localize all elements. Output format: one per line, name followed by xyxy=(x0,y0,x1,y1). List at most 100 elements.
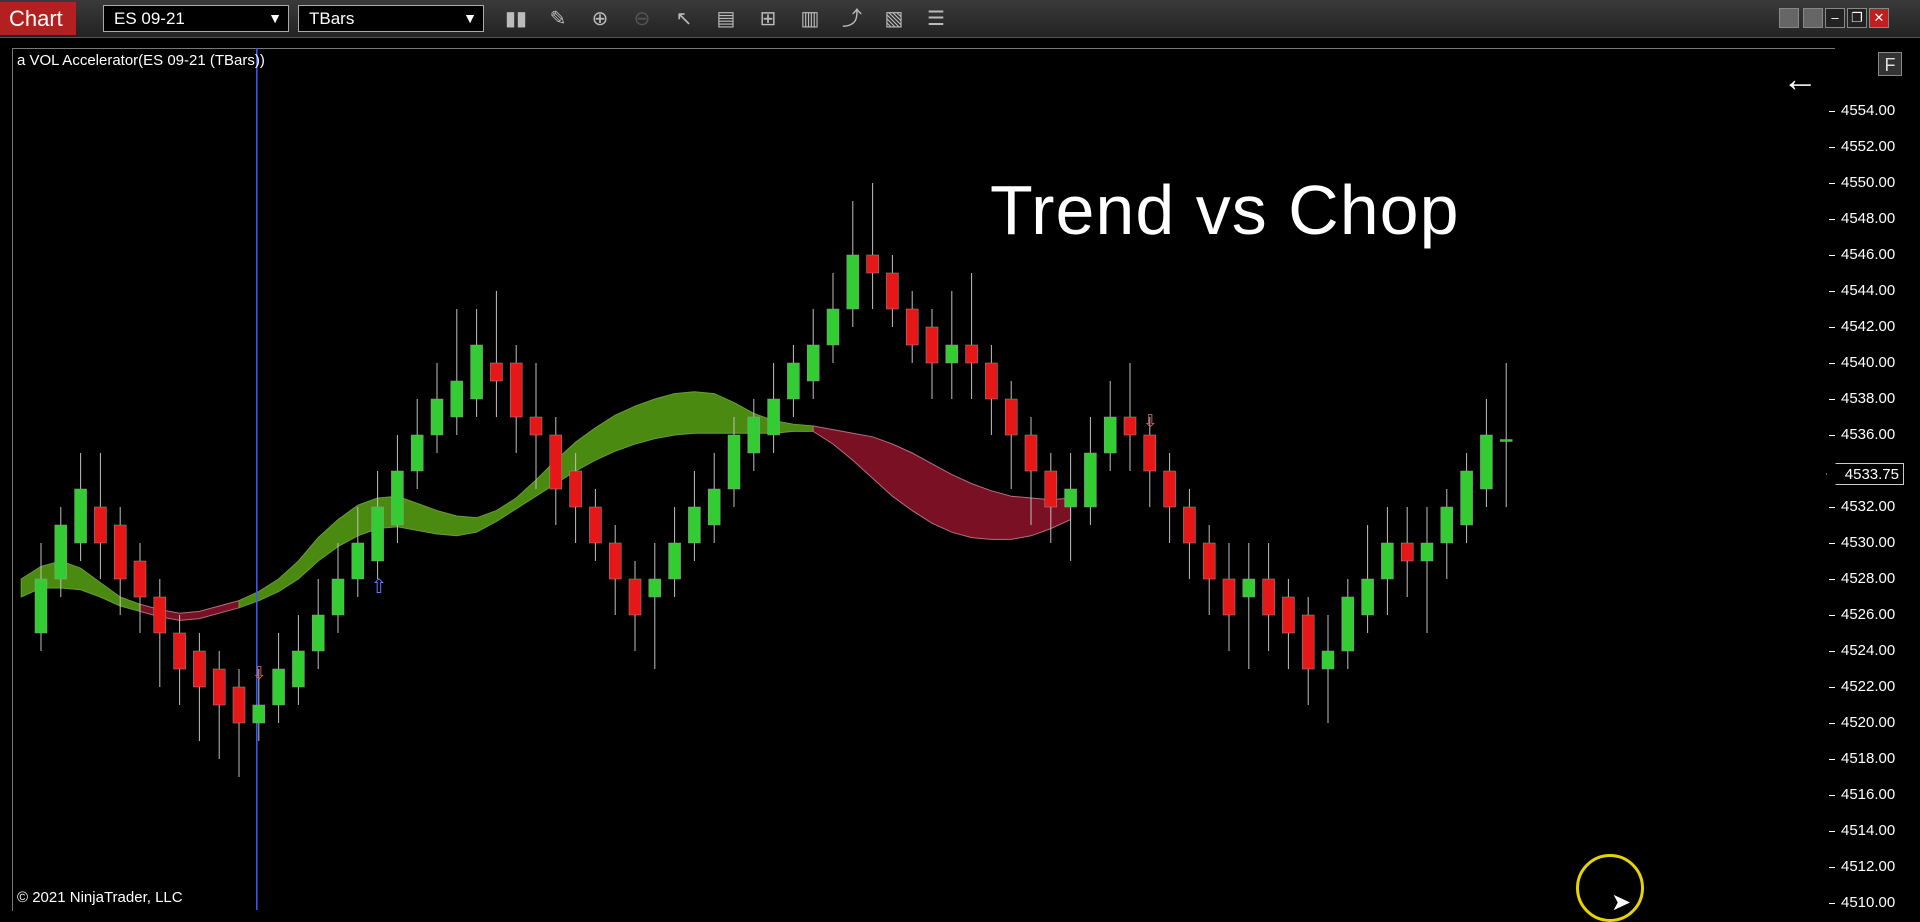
candle-down xyxy=(1143,434,1157,472)
price-tick-label: 4526.00 xyxy=(1828,606,1896,623)
candle-up xyxy=(331,578,345,616)
candle-up xyxy=(727,434,741,490)
indicator-label: a VOL Accelerator(ES 09-21 (TBars)) xyxy=(17,52,265,69)
candle-down xyxy=(608,542,622,580)
candle-down xyxy=(1024,434,1038,472)
candle-up xyxy=(1381,542,1394,580)
candle-up xyxy=(1084,452,1097,508)
last-price-marker: 4533.75 xyxy=(1826,463,1904,485)
down-arrow-signal-icon: ⇩ xyxy=(1143,411,1158,432)
candle-down xyxy=(133,560,147,598)
candle-up xyxy=(371,506,384,562)
candle-down xyxy=(1183,506,1196,544)
candle-up xyxy=(846,254,860,310)
candle-up xyxy=(945,344,959,364)
back-arrow-icon[interactable]: ← xyxy=(1782,58,1818,100)
price-tick-label: 4540.00 xyxy=(1828,354,1896,371)
candle-down xyxy=(1123,416,1137,436)
price-tick-label: 4510.00 xyxy=(1828,894,1896,911)
candle-down xyxy=(1004,398,1018,436)
candle-down xyxy=(490,362,503,382)
candle-up xyxy=(648,578,662,598)
price-tick-label: 4522.00 xyxy=(1828,678,1896,695)
price-tick-label: 4542.00 xyxy=(1828,318,1896,335)
vol-band-up xyxy=(238,391,814,609)
candle-up xyxy=(747,416,761,454)
candle-down xyxy=(509,362,523,418)
candle-up xyxy=(1480,434,1493,490)
candle-down xyxy=(1400,542,1414,562)
copyright-text: © 2021 NinjaTrader, LLC xyxy=(17,889,183,906)
price-tick-label: 4550.00 xyxy=(1828,174,1896,191)
candle-down xyxy=(94,506,107,544)
price-chart[interactable]: ⇩ ⇧ ⇩ xyxy=(0,0,1920,910)
candle-down xyxy=(589,506,602,544)
candle-up xyxy=(351,542,365,580)
candle-down xyxy=(1222,578,1236,616)
candle-up xyxy=(707,488,721,526)
price-tick-label: 4512.00 xyxy=(1828,858,1896,875)
price-tick-label: 4552.00 xyxy=(1828,138,1896,155)
candle-up xyxy=(787,362,800,400)
candle-down xyxy=(193,650,206,688)
candle-up xyxy=(1321,650,1335,670)
candle-up xyxy=(1460,470,1473,526)
candle-up xyxy=(826,308,840,346)
candle-down xyxy=(1163,470,1176,508)
price-tick-label: 4516.00 xyxy=(1828,786,1896,803)
price-tick-label: 4520.00 xyxy=(1828,714,1896,731)
up-arrow-signal-icon: ⇧ xyxy=(371,574,388,598)
candle-down xyxy=(212,668,226,706)
candle-up xyxy=(292,650,305,688)
price-tick-label: 4536.00 xyxy=(1828,426,1896,443)
candle-up xyxy=(1341,596,1355,652)
candle-down xyxy=(985,362,998,400)
candle-up xyxy=(1420,542,1434,562)
candle-down xyxy=(1262,578,1275,616)
price-tick-label: 4548.00 xyxy=(1828,210,1896,227)
candle-down xyxy=(232,686,246,724)
cursor-highlight-ring xyxy=(1576,854,1644,922)
candle-down xyxy=(866,254,879,274)
price-tick-label: 4554.00 xyxy=(1828,102,1896,119)
candle-up xyxy=(1361,578,1374,616)
candle-down xyxy=(1044,470,1058,508)
candle-down xyxy=(549,434,563,490)
candle-up xyxy=(54,524,68,580)
candle-up xyxy=(1499,439,1513,442)
candle-down xyxy=(1282,596,1295,634)
candle-up xyxy=(668,542,681,580)
candle-up xyxy=(1242,578,1256,598)
candle-down xyxy=(153,596,167,634)
candle-down xyxy=(1202,542,1216,580)
price-tick-label: 4514.00 xyxy=(1828,822,1896,839)
candle-down xyxy=(905,308,919,346)
candle-up xyxy=(1064,488,1077,508)
candle-down xyxy=(113,524,127,580)
candle-up xyxy=(34,578,48,634)
candle-up xyxy=(1440,506,1454,544)
candle-up xyxy=(311,614,325,652)
down-arrow-signal-icon: ⇩ xyxy=(252,663,267,684)
candle-down xyxy=(925,326,939,364)
candle-up xyxy=(1103,416,1117,454)
price-tick-label: 4544.00 xyxy=(1828,282,1896,299)
price-tick-label: 4532.00 xyxy=(1828,498,1896,515)
candle-up xyxy=(74,488,87,544)
candle-down xyxy=(965,344,978,364)
candle-up xyxy=(767,398,780,436)
price-tick-label: 4524.00 xyxy=(1828,642,1896,659)
candle-down xyxy=(529,416,543,436)
candle-up xyxy=(688,506,701,544)
candle-up xyxy=(470,344,483,400)
candle-down xyxy=(173,632,186,670)
price-tick-label: 4518.00 xyxy=(1828,750,1896,767)
candle-up xyxy=(430,398,444,436)
price-tick-label: 4528.00 xyxy=(1828,570,1896,587)
candle-down xyxy=(886,272,899,310)
candle-up xyxy=(252,704,266,724)
candle-up xyxy=(391,470,404,526)
price-tick-label: 4546.00 xyxy=(1828,246,1896,263)
chart-annotation-title: Trend vs Chop xyxy=(990,171,1460,249)
candle-down xyxy=(1301,614,1315,670)
